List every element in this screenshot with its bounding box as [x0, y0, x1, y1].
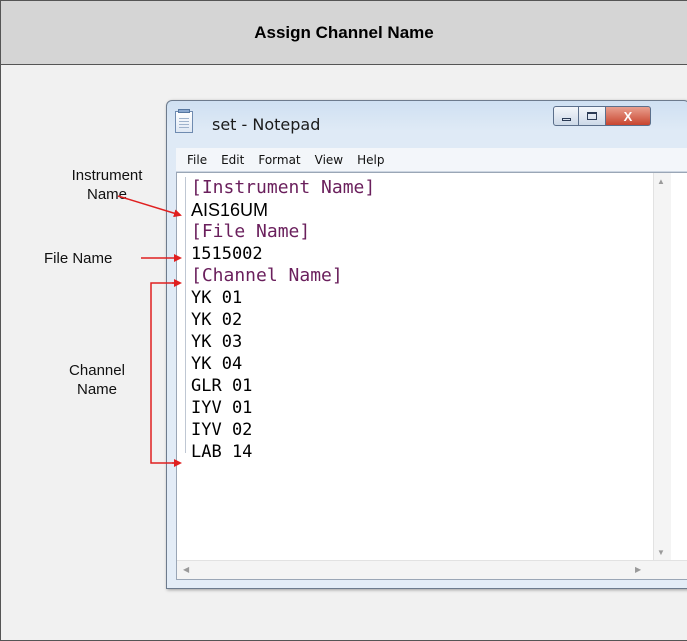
menu-view[interactable]: View	[308, 153, 350, 167]
editor-line: YK 02	[191, 310, 243, 330]
text-cursor-line	[185, 177, 186, 453]
menu-bar: File Edit Format View Help	[176, 148, 687, 172]
window-title: set - Notepad	[212, 115, 321, 134]
text-editor[interactable]: [Instrument Name] AIS16UM [File Name] 15…	[176, 172, 687, 580]
scroll-right-icon[interactable]: ▶	[635, 565, 641, 574]
instrument-name-label-line1: Instrument	[71, 167, 143, 184]
horizontal-scrollbar[interactable]: ◀ ▶	[177, 560, 687, 579]
instrument-name-label: Instrument Name	[57, 166, 157, 204]
menu-help[interactable]: Help	[350, 153, 391, 167]
editor-line: 1515002	[191, 244, 263, 264]
editor-line: YK 04	[191, 354, 243, 374]
editor-line: [Channel Name]	[191, 265, 343, 286]
editor-content: [Instrument Name] AIS16UM [File Name] 15…	[191, 177, 375, 463]
close-icon: X	[623, 108, 633, 124]
channel-name-label-line2: Name	[76, 381, 117, 398]
window-controls: X	[553, 106, 651, 128]
editor-line: IYV 01	[191, 398, 253, 418]
maximize-button[interactable]	[579, 106, 606, 126]
title-bar[interactable]: set - Notepad X	[167, 101, 687, 147]
close-button[interactable]: X	[606, 106, 651, 126]
instrument-name-label-line2: Name	[86, 186, 127, 203]
file-name-label: File Name	[44, 250, 113, 267]
editor-line: YK 03	[191, 332, 243, 352]
scroll-down-icon[interactable]: ▼	[657, 548, 665, 557]
editor-line: AIS16UM	[191, 200, 269, 220]
notepad-icon[interactable]	[175, 109, 193, 133]
editor-line: GLR 01	[191, 376, 253, 396]
editor-line: LAB 14	[191, 442, 253, 462]
editor-line: IYV 02	[191, 420, 253, 440]
scroll-up-icon[interactable]: ▲	[657, 177, 665, 186]
editor-line: YK 01	[191, 288, 243, 308]
vertical-scrollbar[interactable]: ▲ ▼	[653, 173, 671, 561]
notepad-window: set - Notepad X File Edit Format View He…	[166, 100, 687, 589]
menu-file[interactable]: File	[176, 153, 214, 167]
editor-line: [Instrument Name]	[191, 177, 376, 198]
figure-header: Assign Channel Name	[1, 1, 687, 65]
editor-line: [File Name]	[191, 221, 311, 242]
menu-edit[interactable]: Edit	[214, 153, 251, 167]
menu-format[interactable]: Format	[251, 153, 307, 167]
scroll-left-icon[interactable]: ◀	[183, 565, 189, 574]
figure-title: Assign Channel Name	[254, 22, 434, 42]
channel-name-label: Channel Name	[57, 361, 137, 399]
minimize-button[interactable]	[553, 106, 579, 126]
maximize-icon	[587, 112, 597, 120]
channel-name-label-line1: Channel	[69, 362, 125, 379]
minimize-icon	[561, 117, 571, 121]
